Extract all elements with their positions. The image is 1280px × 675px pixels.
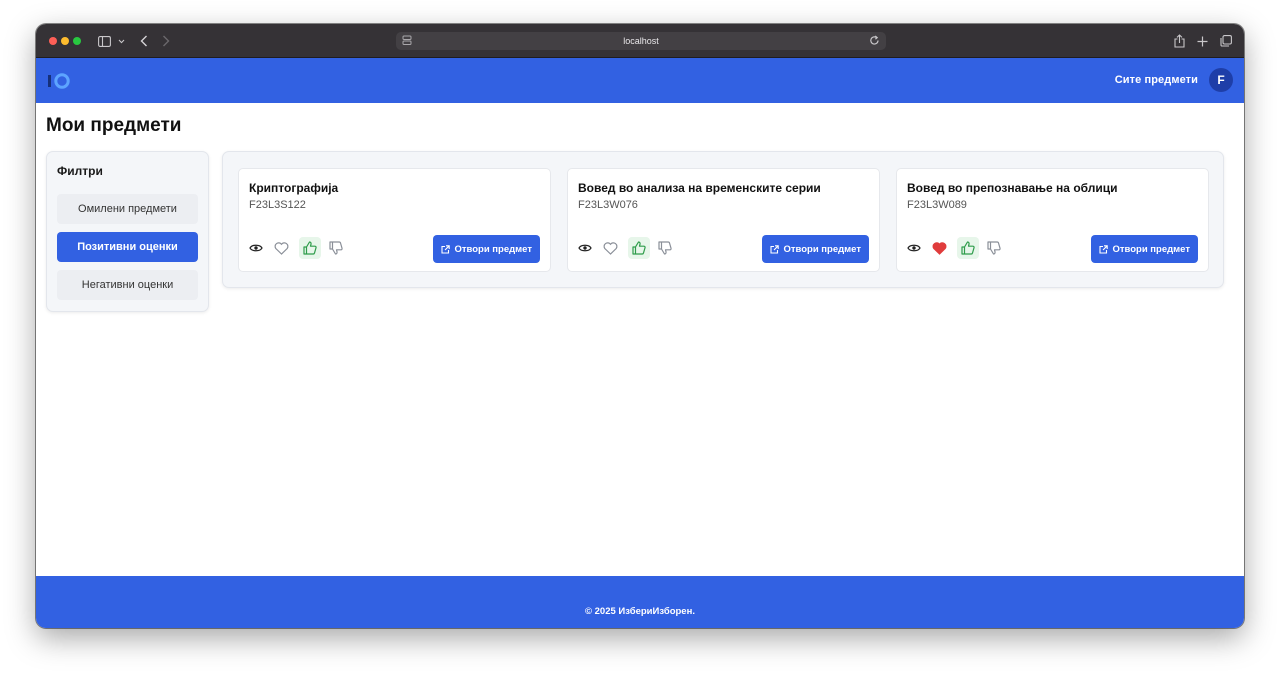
external-link-icon <box>441 244 451 254</box>
thumbs-down-icon[interactable] <box>325 237 347 259</box>
address-bar[interactable]: localhost <box>396 32 886 50</box>
back-icon[interactable] <box>138 32 150 50</box>
open-course-label: Отвори предмет <box>1112 243 1190 255</box>
course-title: Вовед во анализа на временските серии <box>578 181 821 195</box>
heart-icon[interactable] <box>270 237 292 259</box>
browser-toolbar: localhost <box>36 24 1244 58</box>
open-course-label: Отвори предмет <box>454 243 532 255</box>
course-code: F23L3W089 <box>907 199 967 211</box>
maximize-window-button[interactable] <box>73 37 81 45</box>
course-title: Вовед во препознавање на облици <box>907 181 1118 195</box>
eye-icon[interactable] <box>903 237 925 259</box>
courses-grid: Криптографија F23L3S122 Отвори предмет В… <box>222 151 1224 288</box>
open-course-button[interactable]: Отвори предмет <box>433 235 540 263</box>
page-title: Мои предмети <box>46 115 182 136</box>
course-card: Криптографија F23L3S122 Отвори предмет <box>238 168 551 272</box>
course-card: Вовед во анализа на временските серии F2… <box>567 168 880 272</box>
minimize-window-button[interactable] <box>61 37 69 45</box>
app-logo[interactable] <box>48 72 72 90</box>
browser-window: localhost Сите предмети F Мои предмети Ф… <box>36 24 1244 628</box>
all-courses-link[interactable]: Сите предмети <box>1115 74 1198 86</box>
thumbs-down-icon[interactable] <box>654 237 676 259</box>
filters-panel: Филтри Омилени предмети Позитивни оценки… <box>46 151 209 312</box>
eye-icon[interactable] <box>574 237 596 259</box>
main-content: Мои предмети Филтри Омилени предмети Поз… <box>36 103 1244 576</box>
filter-positive-button[interactable]: Позитивни оценки <box>57 232 198 262</box>
thumbs-up-icon[interactable] <box>299 237 321 259</box>
reload-icon[interactable] <box>869 35 880 48</box>
thumbs-down-icon[interactable] <box>983 237 1005 259</box>
eye-icon[interactable] <box>245 237 267 259</box>
thumbs-up-icon[interactable] <box>957 237 979 259</box>
tabs-overview-icon[interactable] <box>1219 32 1232 50</box>
course-code: F23L3S122 <box>249 199 306 211</box>
filter-favorites-button[interactable]: Омилени предмети <box>57 194 198 224</box>
external-link-icon <box>770 244 780 254</box>
url-text: localhost <box>623 36 659 46</box>
open-course-button[interactable]: Отвори предмет <box>762 235 869 263</box>
new-tab-icon[interactable] <box>1196 32 1209 50</box>
footer-copyright: © 2025 ИзбериИзборен. <box>585 605 695 617</box>
forward-icon[interactable] <box>160 32 172 50</box>
chevron-down-icon[interactable] <box>117 32 125 50</box>
filter-negative-button[interactable]: Негативни оценки <box>57 270 198 300</box>
app-header: Сите предмети F <box>36 58 1244 103</box>
course-card: Вовед во препознавање на облици F23L3W08… <box>896 168 1209 272</box>
site-settings-icon[interactable] <box>402 35 412 48</box>
course-code: F23L3W076 <box>578 199 638 211</box>
thumbs-up-icon[interactable] <box>628 237 650 259</box>
sidebar-toggle-icon[interactable] <box>97 32 111 50</box>
heart-icon[interactable] <box>599 237 621 259</box>
footer: © 2025 ИзбериИзборен. <box>36 576 1244 628</box>
heart-filled-icon[interactable] <box>928 237 950 259</box>
open-course-label: Отвори предмет <box>783 243 861 255</box>
share-icon[interactable] <box>1173 32 1186 50</box>
course-title: Криптографија <box>249 181 339 195</box>
avatar[interactable]: F <box>1209 68 1233 92</box>
filters-title: Филтри <box>57 164 103 178</box>
external-link-icon <box>1099 244 1109 254</box>
open-course-button[interactable]: Отвори предмет <box>1091 235 1198 263</box>
close-window-button[interactable] <box>49 37 57 45</box>
